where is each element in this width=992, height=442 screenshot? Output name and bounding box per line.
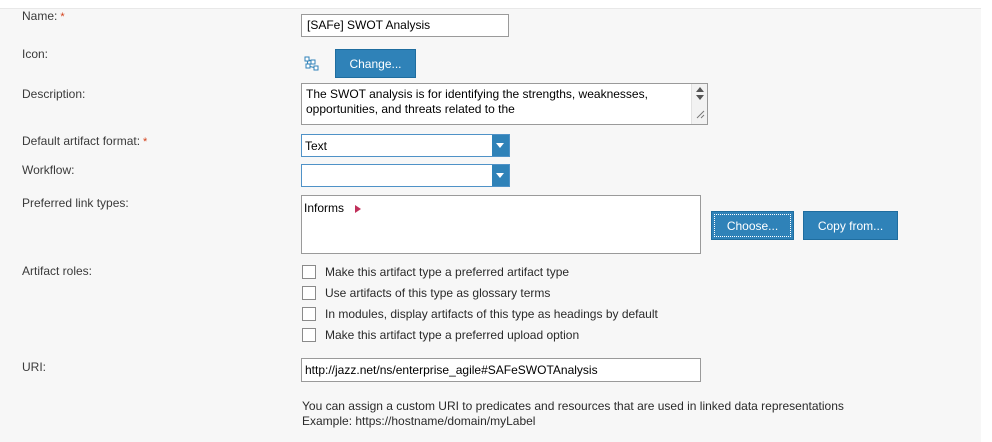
chevron-down-icon[interactable] bbox=[492, 135, 509, 156]
role-checkbox-headings[interactable] bbox=[302, 307, 316, 321]
role-checkbox-glossary[interactable] bbox=[302, 286, 316, 300]
required-mark: * bbox=[143, 136, 148, 148]
default-format-label: Default artifact format: * bbox=[22, 134, 148, 148]
role-label-upload: Make this artifact type a preferred uplo… bbox=[325, 328, 580, 342]
resize-grip-icon[interactable] bbox=[696, 108, 705, 122]
role-checkbox-preferred-type[interactable] bbox=[302, 265, 316, 279]
copy-from-button[interactable]: Copy from... bbox=[803, 211, 898, 240]
list-item[interactable]: Informs bbox=[304, 201, 362, 215]
change-icon-button[interactable]: Change... bbox=[335, 49, 416, 78]
chevron-down-icon[interactable] bbox=[492, 165, 509, 186]
name-input[interactable]: [SAFe] SWOT Analysis bbox=[301, 14, 509, 37]
default-format-select[interactable]: Text bbox=[301, 134, 510, 157]
icon-label: Icon: bbox=[22, 47, 49, 61]
role-checkbox-upload[interactable] bbox=[302, 328, 316, 342]
right-edge bbox=[981, 0, 992, 442]
description-text: The SWOT analysis is for identifying the… bbox=[306, 87, 648, 116]
choose-link-types-button[interactable]: Choose... bbox=[711, 211, 794, 240]
role-label-glossary: Use artifacts of this type as glossary t… bbox=[325, 286, 551, 300]
description-label: Description: bbox=[22, 87, 86, 101]
artifact-roles-label: Artifact roles: bbox=[22, 264, 93, 278]
link-type-label: Informs bbox=[304, 201, 345, 215]
preferred-link-types-label: Preferred link types: bbox=[22, 196, 129, 210]
required-mark: * bbox=[60, 11, 65, 23]
role-label-preferred-type: Make this artifact type a preferred arti… bbox=[325, 265, 570, 279]
top-edge bbox=[0, 0, 992, 9]
scroll-down-icon[interactable] bbox=[696, 95, 704, 100]
triangle-right-icon[interactable] bbox=[355, 204, 362, 213]
preferred-link-types-list[interactable]: Informs bbox=[301, 195, 701, 254]
description-scrollbar[interactable] bbox=[691, 84, 707, 124]
uri-input[interactable]: http://jazz.net/ns/enterprise_agile#SAFe… bbox=[301, 358, 701, 382]
network-nodes-icon bbox=[304, 56, 320, 72]
default-format-value: Text bbox=[305, 139, 328, 153]
workflow-label: Workflow: bbox=[22, 163, 75, 177]
name-label: Name: * bbox=[22, 9, 65, 23]
uri-example-text: Example: https://hostname/domain/myLabel bbox=[302, 414, 536, 428]
workflow-select[interactable] bbox=[301, 164, 510, 187]
uri-help-text: You can assign a custom URI to predicate… bbox=[302, 399, 844, 413]
role-label-headings: In modules, display artifacts of this ty… bbox=[325, 307, 658, 321]
description-textarea[interactable]: The SWOT analysis is for identifying the… bbox=[301, 83, 708, 125]
uri-label: URI: bbox=[22, 360, 46, 374]
scroll-up-icon[interactable] bbox=[696, 87, 704, 92]
